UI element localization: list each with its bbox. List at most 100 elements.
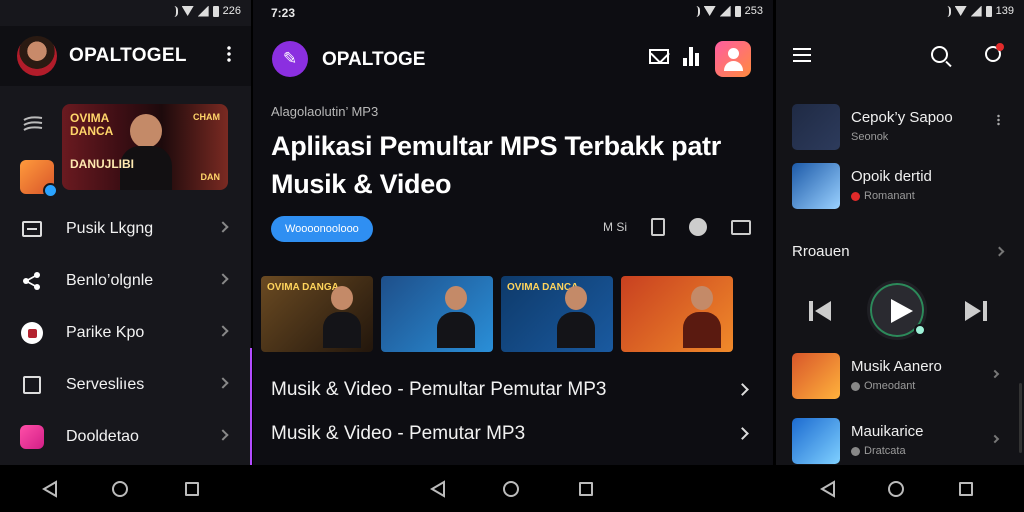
menu-item-label: Servesliıes [66,376,145,393]
panel-home: 7:23 253 ✎ OPALTOGE Alagolaolutin’ MP3 A… [253,0,773,465]
panel-drawer: 226 OPALTOGEL OVIMA DANCA DANUJLIBI CHAM… [0,0,251,465]
section-title[interactable]: Rroauen [792,243,850,260]
status-bar: 139 [776,0,1024,26]
status-time: 7:23 [271,6,296,20]
menu-item-1[interactable]: Pusik Lkgng [0,203,251,255]
video-thumbnail[interactable] [621,276,733,352]
back-icon[interactable] [42,480,58,498]
app-header: ✎ OPALTOGE [253,26,773,92]
thumbnail-body [323,312,361,348]
chevron-right-icon [217,273,229,285]
status-icons: 139 [944,5,1014,17]
back-icon[interactable] [820,480,836,498]
chevron-right-icon [217,221,229,233]
home-icon[interactable] [503,481,519,497]
signal-icon [970,5,982,17]
track-item[interactable]: Musik Aanero Omeodant [792,353,1010,407]
recents-icon[interactable] [959,482,973,496]
profile-icon[interactable] [715,41,751,77]
track-item[interactable]: Cepok’y Sapoo Seonok [792,104,1010,158]
device-icon[interactable] [651,218,665,236]
status-icons: 226 [171,5,241,17]
chevron-right-icon [990,369,1000,379]
panel-divider-accent [250,348,252,470]
wifi-icon [954,6,967,16]
drawer-menu: Pusik Lkgng Benlo’olgnle Parike Kpo Serv… [0,203,251,463]
menu-item-2[interactable]: Benlo’olgnle [0,255,251,307]
featured-section: OVIMA DANCA DANUJLIBI CHAM DAN [14,100,237,200]
video-thumbnail[interactable] [381,276,493,352]
back-icon[interactable] [430,480,446,498]
bluetooth-icon [944,5,951,17]
user-thumbnail[interactable] [20,160,58,198]
video-thumbnail[interactable]: OVIMA DANCA [501,276,613,352]
more-options-icon[interactable] [227,45,231,63]
status-dot-icon [851,381,860,391]
chevron-right-icon[interactable] [994,246,1005,257]
menu-item-4[interactable]: Servesliıes [0,359,251,411]
primary-action-button[interactable]: Woooonoolooo [271,216,373,242]
track-artist: Omeodant [864,380,916,392]
status-icons: 253 [693,5,763,17]
battery-icon [985,5,992,17]
globe-icon[interactable] [689,218,707,236]
featured-banner[interactable]: OVIMA DANCA DANUJLIBI CHAM DAN [62,104,228,190]
progress-knob[interactable] [914,324,926,336]
track-item[interactable]: Opoik dertid Romanant [792,163,1010,217]
home-icon[interactable] [112,481,128,497]
frame-icon [20,374,44,396]
recents-icon[interactable] [579,482,593,496]
album-art [792,353,840,399]
next-track-icon[interactable] [965,301,987,321]
video-thumbnails: OVIMA DANGA OVIMA DANCA [261,276,733,352]
app-logo-icon[interactable]: ✎ [272,41,308,77]
thumbnail-face [445,286,467,310]
page-subtitle: Alagolaolutin’ MP3 [271,104,379,119]
track-subtitle: Seonok [851,131,888,143]
thumbnail-caption: OVIMA DANGA [267,282,339,293]
track-artist: Seonok [851,131,889,143]
video-thumbnail[interactable]: OVIMA DANGA [261,276,373,352]
menu-icon[interactable] [793,48,811,62]
menu-item-3[interactable]: Parike Kpo [0,307,251,359]
list-item[interactable]: Musik & Video - Pemultar Pemutar MP3 [271,370,751,410]
menu-item-label: Benlo’olgnle [66,272,154,289]
wave-icon[interactable] [22,114,44,134]
list-item[interactable]: Musik & Video - Pemutar MP3 [271,414,751,454]
search-icon[interactable] [931,46,948,63]
page-title: Aplikasi Pemultar MPS Terbakk patr Musik… [271,127,761,203]
more-options-icon[interactable] [997,114,1000,126]
recents-icon[interactable] [185,482,199,496]
cast-icon[interactable] [731,219,751,235]
battery-text: 226 [222,5,241,17]
menu-item-label: Pusik Lkgng [66,220,154,237]
track-subtitle: Dratcata [851,445,906,457]
chevron-right-icon [217,377,229,389]
player-header [776,26,1024,86]
page-title-line2: Musik & Video [271,169,452,199]
stats-icon[interactable] [683,47,699,66]
scrollbar[interactable] [1019,383,1022,453]
track-item[interactable]: Mauikarice Dratcata [792,418,1010,465]
previous-track-icon[interactable] [809,301,831,321]
status-dot-icon [851,446,860,456]
track-artist: Romanant [864,190,915,202]
battery-text: 253 [744,5,763,17]
notification-icon[interactable] [985,43,1004,62]
red-badge-icon [20,322,44,344]
track-title: Mauikarice [851,423,924,440]
bluetooth-icon [693,5,700,17]
signal-icon [719,5,731,17]
home-icon[interactable] [888,481,904,497]
wifi-icon [181,6,194,16]
signal-icon [197,5,209,17]
status-bar: 226 [0,0,251,26]
panel-player: 139 Cepok’y Sapoo Seonok Opoik dertid Ro… [776,0,1024,465]
card-icon [20,218,44,240]
menu-item-5[interactable]: Dooldetao [0,411,251,463]
mail-icon[interactable] [649,49,669,64]
avatar[interactable] [17,36,57,76]
chevron-right-icon [736,383,749,396]
player-controls [776,280,1024,342]
track-title: Musik Aanero [851,358,942,375]
